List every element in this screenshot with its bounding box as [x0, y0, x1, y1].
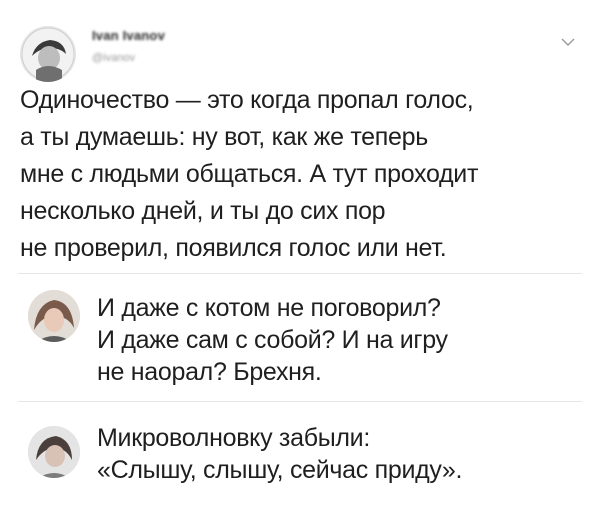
reply-text: Микроволновку забыли: «Слышу, слышу, сей…	[97, 422, 462, 486]
reply-card: И даже с котом не поговорил? И даже сам …	[0, 274, 600, 398]
tweet-text-line: мне с людьми общаться. А тут проходит	[20, 160, 479, 188]
reply-card: Микроволновку забыли: «Слышу, слышу, сей…	[0, 402, 600, 509]
author-avatar[interactable]	[20, 26, 76, 82]
tweet-text: Одиночество — это когда пропал голос, а …	[20, 82, 585, 267]
tweet-text-line: Одиночество — это когда пропал голос,	[20, 86, 474, 114]
tweet-text-line: а ты думаешь: ну вот, как же теперь	[20, 123, 428, 151]
reply-text-line: Микроволновку забыли:	[97, 424, 370, 452]
reply-text-line: не наорал? Брехня.	[97, 358, 322, 386]
author-handle[interactable]: @ivanov	[92, 52, 135, 64]
tweet-text-line: не проверил, появился голос или нет.	[20, 234, 447, 262]
reply-text-line: И даже с котом не поговорил?	[97, 294, 441, 322]
reply-text-line: И даже сам с собой? И на игру	[97, 326, 448, 354]
reply-text: И даже с котом не поговорил? И даже сам …	[97, 292, 448, 388]
author-name[interactable]: Ivan Ivanov	[92, 28, 165, 43]
chevron-down-icon[interactable]	[560, 34, 576, 50]
reply-avatar[interactable]	[28, 426, 80, 478]
tweet-card: Ivan Ivanov @ivanov Одиночество — это ко…	[0, 0, 600, 272]
reply-avatar-image	[28, 426, 80, 478]
author-avatar-image	[20, 26, 76, 82]
reply-avatar-image	[28, 290, 80, 342]
tweet-text-line: несколько дней, и ты до сих пор	[20, 197, 386, 225]
reply-avatar[interactable]	[28, 290, 80, 342]
reply-text-line: «Слышу, слышу, сейчас приду».	[97, 456, 463, 484]
